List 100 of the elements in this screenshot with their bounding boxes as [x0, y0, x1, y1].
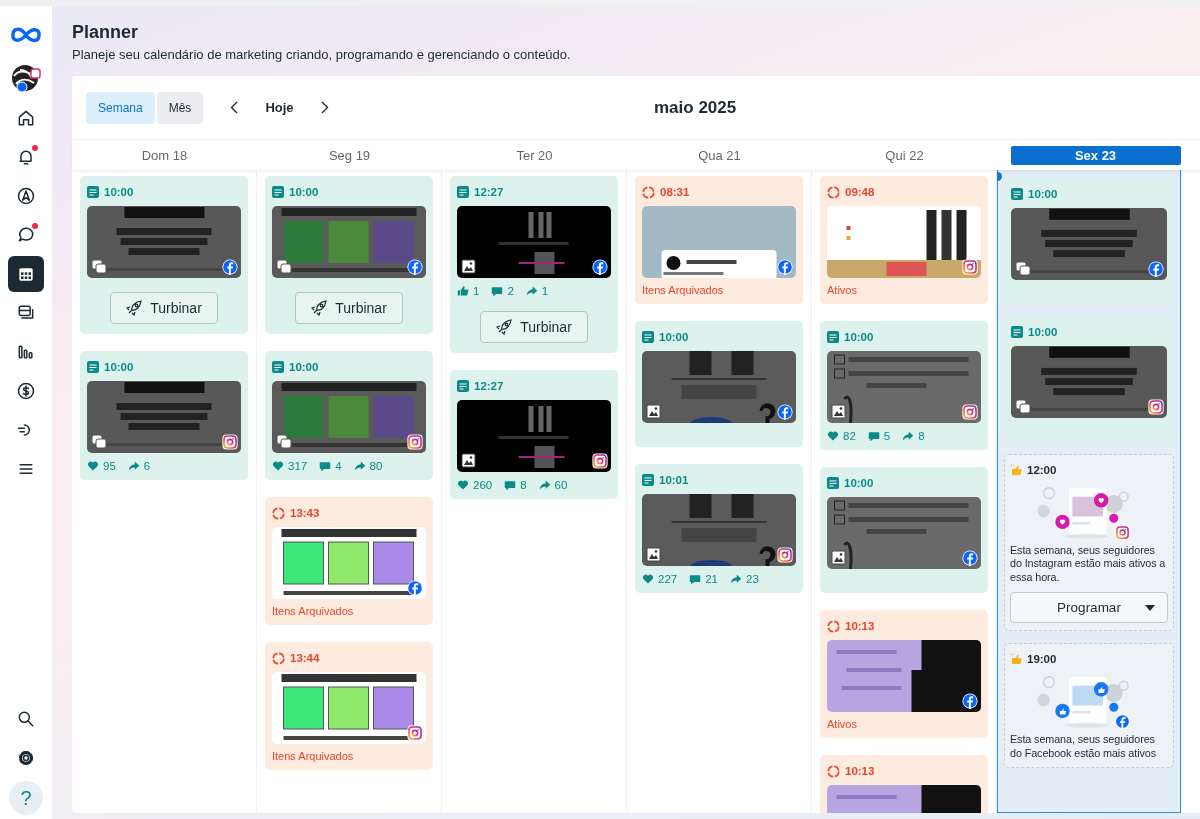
share-icon	[730, 573, 742, 585]
boost-button[interactable]: Turbinar	[480, 311, 588, 343]
post-icon	[457, 380, 469, 392]
story-card[interactable]: 10:13	[820, 755, 988, 813]
post-card[interactable]: 10:00	[1004, 178, 1174, 304]
story-card[interactable]: 13:44 Itens Arquivados	[265, 642, 433, 770]
post-icon	[272, 186, 284, 198]
meta-logo[interactable]	[10, 26, 42, 44]
image-icon	[831, 404, 846, 419]
stat-count: 2	[507, 285, 514, 297]
post-time: 12:27	[474, 380, 504, 392]
post-card[interactable]: 10:00	[1004, 316, 1174, 442]
post-time: 10:00	[289, 361, 319, 373]
day-header: Qui 22	[885, 146, 924, 165]
facebook-icon	[777, 404, 793, 420]
suggestion-text: Esta semana, seus seguidores do Instagram estão mais ativos a essa hora.	[1010, 544, 1167, 585]
story-card[interactable]: 13:43 Itens Arquivados	[265, 497, 433, 625]
share-icon	[525, 285, 538, 297]
facebook-icon	[777, 259, 793, 275]
story-ring-icon	[272, 506, 285, 520]
stat-count: 260	[473, 479, 493, 491]
post-card[interactable]: 10:00 95 6	[80, 351, 248, 480]
post-time: 10:00	[844, 477, 874, 489]
status-label: Itens Arquivados	[642, 284, 725, 296]
stat-count: 23	[746, 573, 759, 585]
schedule-dropdown[interactable]: Programar	[1010, 592, 1168, 624]
post-icon	[87, 186, 99, 198]
facebook-icon	[407, 580, 423, 596]
day-header: Sex 23	[1010, 145, 1181, 165]
day-header: Dom 18	[141, 146, 188, 165]
day-header: Qua 21	[698, 146, 741, 165]
post-time: 12:27	[474, 186, 504, 198]
carousel-icon	[276, 259, 292, 274]
image-icon	[646, 404, 661, 419]
compass-icon	[16, 185, 36, 206]
carousel-icon	[91, 259, 107, 274]
image-icon	[646, 547, 661, 562]
post-icon	[457, 186, 469, 198]
story-ring-icon	[272, 651, 285, 665]
facebook-icon	[407, 259, 423, 275]
post-time: 10:13	[845, 765, 875, 777]
post-time: 10:00	[659, 331, 689, 343]
view-tab[interactable]: Semana	[86, 91, 155, 124]
chevron-left-icon	[230, 101, 239, 114]
post-time: 10:00	[289, 186, 319, 198]
post-card[interactable]: 10:00	[635, 321, 803, 447]
post-time: 08:31	[660, 186, 690, 198]
post-card[interactable]: 10:00 317 4 80	[265, 351, 433, 480]
help-button[interactable]: ?	[9, 781, 43, 815]
stat-count: 227	[658, 573, 678, 585]
rocket-icon	[496, 319, 513, 335]
comment-icon	[504, 479, 517, 491]
view-tab[interactable]: Mês	[156, 91, 204, 124]
status-label: Ativos	[827, 718, 858, 730]
post-time: 10:00	[104, 361, 134, 373]
stat-count: 82	[843, 430, 856, 442]
post-icon	[642, 474, 654, 486]
story-card[interactable]: 09:48 Ativos	[820, 176, 988, 304]
stat-count: 60	[554, 479, 568, 491]
chevron-right-icon	[320, 101, 329, 114]
post-card[interactable]: 10:00	[820, 467, 988, 593]
post-card[interactable]: 10:01 227 21 23	[635, 464, 803, 593]
story-card[interactable]: 08:31 Itens Arquivados	[635, 176, 803, 304]
avatar-icon[interactable]	[10, 62, 42, 94]
post-card[interactable]: 10:00 82 5 8	[820, 321, 988, 450]
status-label: Ativos	[827, 284, 858, 296]
calendar-button[interactable]	[8, 255, 44, 292]
post-card[interactable]: 10:00 Turbinar	[80, 176, 248, 334]
instagram-icon	[1115, 525, 1130, 540]
stat-count: 8	[918, 430, 925, 442]
post-icon	[87, 361, 99, 373]
post-time: 13:43	[290, 507, 320, 519]
post-time: 10:13	[845, 620, 875, 632]
post-card[interactable]: 12:27 1 2 1 Turbinar	[450, 176, 618, 353]
suggestion-card[interactable]: 12:00 Esta semana, seus seguidores do Instagram estão mais ativos a essa hora. Programar	[1004, 454, 1174, 632]
share-icon	[353, 460, 366, 472]
share-icon	[127, 460, 140, 472]
stat-count: 80	[369, 460, 383, 472]
post-icon	[642, 331, 654, 343]
post-time: 10:01	[659, 474, 689, 486]
boost-button[interactable]: Turbinar	[110, 292, 218, 324]
period-title: maio 2025	[654, 97, 737, 118]
image-icon	[461, 259, 476, 274]
day-header: Ter 20	[516, 146, 553, 165]
rocket-icon	[311, 300, 328, 316]
stat-count: 8	[520, 479, 527, 491]
post-time: 10:00	[104, 186, 134, 198]
today-button[interactable]: Hoje	[249, 94, 310, 121]
post-time: 19:00	[1027, 653, 1057, 666]
post-card[interactable]: 10:00 Turbinar	[265, 176, 433, 334]
post-card[interactable]: 12:27 260 8 60	[450, 370, 618, 499]
share-icon	[902, 430, 915, 442]
suggestion-card[interactable]: 19:00 Esta semana, seus seguidores do Facebook estão mais ativos	[1004, 643, 1174, 769]
dollar-icon	[16, 380, 36, 401]
post-time: 09:48	[845, 186, 875, 198]
image-icon	[461, 453, 476, 468]
post-time: 10:00	[1028, 326, 1058, 338]
boost-button[interactable]: Turbinar	[295, 292, 403, 324]
carousel-icon	[1015, 261, 1031, 276]
story-card[interactable]: 10:13 Ativos	[820, 610, 988, 738]
